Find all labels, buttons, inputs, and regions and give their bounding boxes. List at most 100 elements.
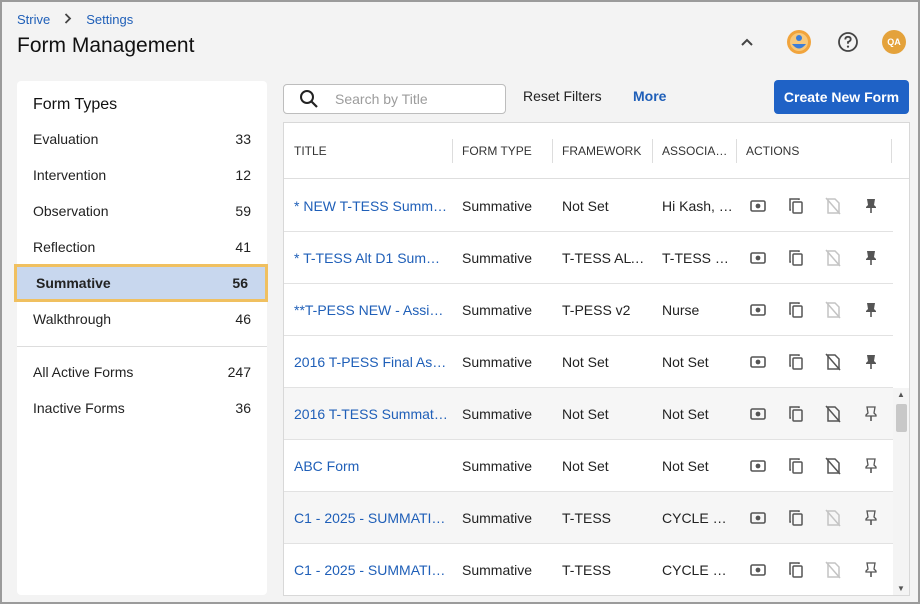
sidebar-item-label: Evaluation <box>33 131 99 147</box>
copy-icon[interactable] <box>786 404 806 424</box>
table-scrollbar[interactable]: ▲ ▼ <box>893 388 909 595</box>
form-title-link[interactable]: 2016 T-TESS Summati… <box>294 406 450 422</box>
sidebar-item-label: Walkthrough <box>33 311 112 327</box>
sidebar-item-observation[interactable]: Observation 59 <box>17 193 267 229</box>
pin-outline-icon[interactable] <box>861 456 881 476</box>
sidebar-item-intervention[interactable]: Intervention 12 <box>17 157 267 193</box>
form-title-cell[interactable]: 2016 T-PESS Final As… <box>284 336 450 388</box>
create-new-form-button[interactable]: Create New Form <box>774 80 909 114</box>
deactivate-icon[interactable] <box>823 456 843 476</box>
associated-text: Not Set <box>662 406 709 422</box>
form-title-cell[interactable]: * T-TESS Alt D1 Summ… <box>284 232 450 284</box>
sidebar-item-summative[interactable]: Summative 56 <box>14 264 268 302</box>
search-box[interactable] <box>283 84 506 114</box>
preview-icon[interactable] <box>748 248 768 268</box>
column-header-associated[interactable]: ASSOCIA… <box>652 123 727 179</box>
copy-icon[interactable] <box>786 352 806 372</box>
form-type-text: Summative <box>462 250 533 266</box>
sidebar-item-evaluation[interactable]: Evaluation 33 <box>17 121 267 157</box>
pin-outline-icon[interactable] <box>861 560 881 580</box>
form-type-cell: Summative <box>452 492 550 544</box>
avatar[interactable]: QA <box>882 30 906 54</box>
preview-icon[interactable] <box>748 352 768 372</box>
copy-icon[interactable] <box>786 560 806 580</box>
pin-filled-icon[interactable] <box>861 300 881 320</box>
reset-filters-button[interactable]: Reset Filters <box>523 88 602 104</box>
breadcrumb-root-link[interactable]: Strive <box>17 12 50 27</box>
preview-icon[interactable] <box>748 560 768 580</box>
form-type-text: Summative <box>462 302 533 318</box>
table-row[interactable]: **T-PESS NEW - Assis… Summative T-PESS v2 N… <box>284 284 893 336</box>
form-title-cell[interactable]: **T-PESS NEW - Assis… <box>284 284 450 336</box>
copy-icon[interactable] <box>786 300 806 320</box>
form-title-cell[interactable]: C1 - 2025 - SUMMATI… <box>284 492 450 544</box>
scroll-up-arrow-icon[interactable]: ▲ <box>897 390 905 399</box>
deactivate-icon[interactable] <box>823 404 843 424</box>
form-type-cell: Summative <box>452 388 550 440</box>
pin-filled-icon[interactable] <box>861 196 881 216</box>
more-button[interactable]: More <box>633 88 666 104</box>
breadcrumb: Strive Settings <box>17 12 133 27</box>
deactivate-disabled-icon <box>823 508 843 528</box>
table-row[interactable]: * NEW T-TESS Summa… Summative Not Set Hi Ka… <box>284 180 893 232</box>
table-row[interactable]: 2016 T-PESS Final As… Summative Not Set Not… <box>284 336 893 388</box>
deactivate-icon[interactable] <box>823 352 843 372</box>
sidebar-item-walkthrough[interactable]: Walkthrough 46 <box>17 301 267 337</box>
form-title-cell[interactable]: C1 - 2025 - SUMMATI… <box>284 544 450 595</box>
table-row[interactable]: * T-TESS Alt D1 Summ… Summative T-TESS ALT… <box>284 232 893 284</box>
form-title-link[interactable]: * NEW T-TESS Summa… <box>294 198 450 214</box>
preview-icon[interactable] <box>748 508 768 528</box>
form-types-sidebar: Form Types Evaluation 33 Intervention 12… <box>14 81 268 595</box>
copy-icon[interactable] <box>786 248 806 268</box>
form-title-cell[interactable]: 2016 T-TESS Summati… <box>284 388 450 440</box>
pin-filled-icon[interactable] <box>861 352 881 372</box>
column-header-framework[interactable]: FRAMEWORK <box>552 123 641 179</box>
help-icon[interactable] <box>835 29 861 55</box>
table-row[interactable]: ABC Form Summative Not Set Not Set <box>284 440 893 492</box>
strive-badge-icon[interactable] <box>786 29 812 55</box>
sidebar-item-inactive-forms[interactable]: Inactive Forms 36 <box>17 390 267 426</box>
forms-table: TITLE FORM TYPE FRAMEWORK ASSOCIA… ACTIO… <box>283 122 910 596</box>
copy-icon[interactable] <box>786 456 806 476</box>
column-divider <box>891 139 892 163</box>
form-title-link[interactable]: ABC Form <box>294 458 359 474</box>
pin-outline-icon[interactable] <box>861 404 881 424</box>
form-type-cell: Summative <box>452 440 550 492</box>
breadcrumb-current-link[interactable]: Settings <box>86 12 133 27</box>
form-title-link[interactable]: * T-TESS Alt D1 Summ… <box>294 250 450 266</box>
form-title-link[interactable]: **T-PESS NEW - Assis… <box>294 302 450 318</box>
preview-icon[interactable] <box>748 196 768 216</box>
form-type-text: Summative <box>462 562 533 578</box>
scroll-down-arrow-icon[interactable]: ▼ <box>897 584 905 593</box>
column-header-title[interactable]: TITLE <box>284 123 327 179</box>
table-row[interactable]: C1 - 2025 - SUMMATI… Summative T-TESS CYCLE… <box>284 492 893 544</box>
copy-icon[interactable] <box>786 508 806 528</box>
form-type-text: Summative <box>462 406 533 422</box>
column-header-form-type[interactable]: FORM TYPE <box>452 123 532 179</box>
copy-icon[interactable] <box>786 196 806 216</box>
pin-outline-icon[interactable] <box>861 508 881 528</box>
chevron-up-icon[interactable] <box>734 29 760 55</box>
form-title-link[interactable]: C1 - 2025 - SUMMATI… <box>294 510 445 526</box>
associated-cell: Hi Kash, … <box>652 180 734 232</box>
preview-icon[interactable] <box>748 404 768 424</box>
framework-cell: T-PESS v2 <box>552 284 650 336</box>
table-row[interactable]: 2016 T-TESS Summati… Summative Not Set Not … <box>284 388 893 440</box>
search-icon <box>299 89 319 109</box>
form-title-link[interactable]: 2016 T-PESS Final As… <box>294 354 446 370</box>
form-type-text: Summative <box>462 198 533 214</box>
preview-icon[interactable] <box>748 300 768 320</box>
pin-filled-icon[interactable] <box>861 248 881 268</box>
form-title-cell[interactable]: * NEW T-TESS Summa… <box>284 180 450 232</box>
sidebar-item-reflection[interactable]: Reflection 41 <box>17 229 267 265</box>
form-title-link[interactable]: C1 - 2025 - SUMMATI… <box>294 562 445 578</box>
form-title-cell[interactable]: ABC Form <box>284 440 450 492</box>
sidebar-item-label: Inactive Forms <box>33 400 125 416</box>
preview-icon[interactable] <box>748 456 768 476</box>
associated-cell: Not Set <box>652 388 734 440</box>
table-row[interactable]: C1 - 2025 - SUMMATI… Summative T-TESS CYCLE… <box>284 544 893 595</box>
sidebar-item-all-active-forms[interactable]: All Active Forms 247 <box>17 354 267 390</box>
search-input[interactable] <box>335 91 495 107</box>
sidebar-item-count: 247 <box>227 364 251 380</box>
scroll-thumb[interactable] <box>896 404 907 432</box>
